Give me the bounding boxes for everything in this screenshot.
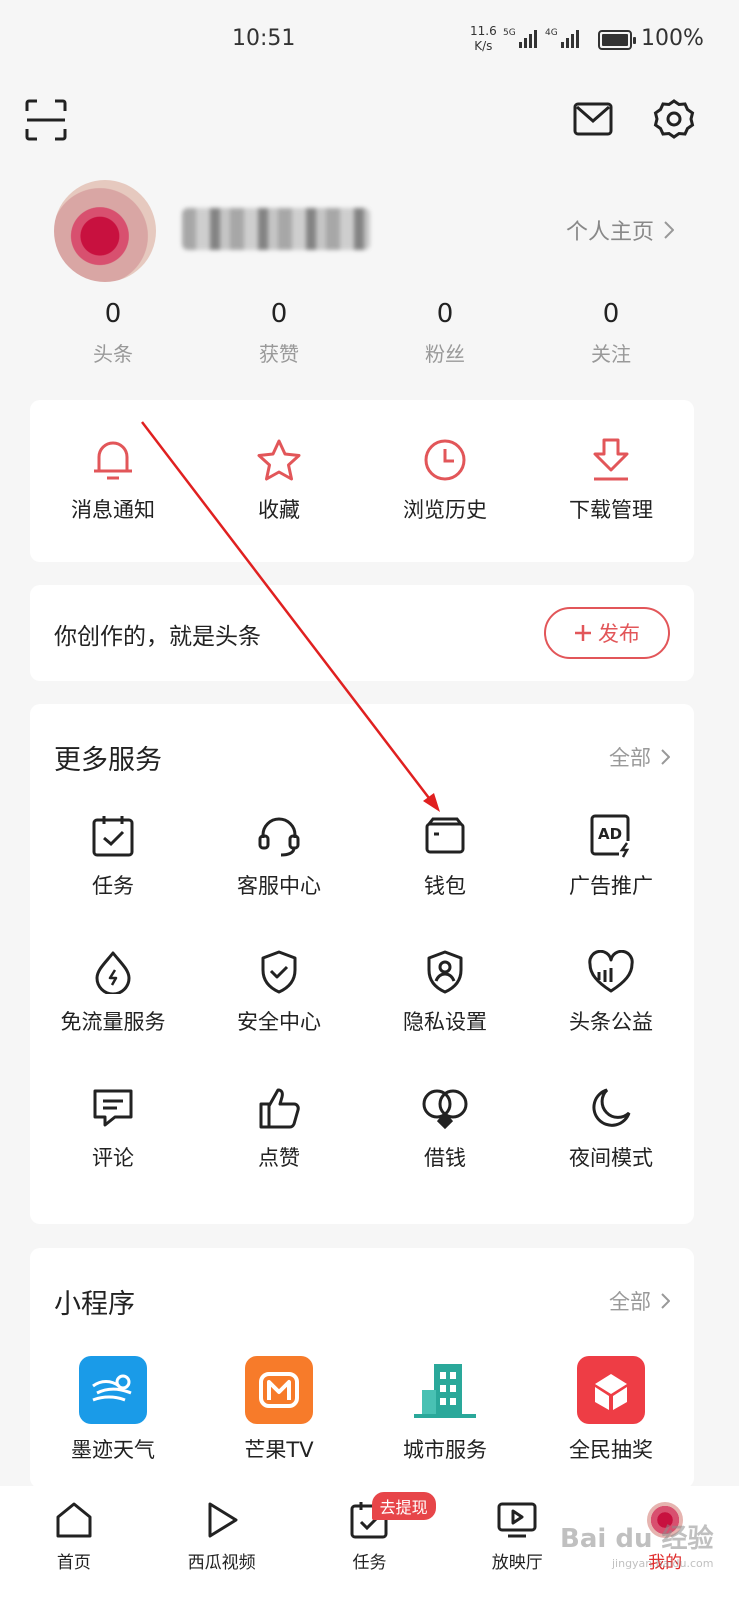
baidu-watermark: Bai du 经验 jingyan.baidu.com [560,1524,714,1570]
withdraw-badge[interactable]: 去提现 [371,1492,436,1520]
stat-likes[interactable]: 0 获赞 [196,296,362,367]
quick-actions-card: 消息通知 收藏 浏览历史 下载管理 [30,400,694,562]
mini-program-moji-weather[interactable]: 墨迹天气 [30,1356,196,1464]
svg-text:AD: AD [598,825,622,843]
service-task[interactable]: 任务 [30,812,196,900]
mail-icon[interactable] [572,98,614,140]
gear-icon[interactable] [652,97,696,141]
publish-card: 你创作的，就是头条 发布 [30,585,694,681]
city-icon [411,1356,479,1424]
play-icon [204,1498,240,1542]
comment-icon [89,1084,137,1132]
service-customer-center[interactable]: 客服中心 [196,812,362,900]
calendar-check-icon [89,812,137,860]
publish-slogan: 你创作的，就是头条 [54,624,261,650]
section-title-mini-programs: 小程序 [54,1289,135,1320]
bell-icon [89,436,137,484]
loan-icon [421,1084,469,1132]
flame-icon [89,948,137,996]
gift-icon [577,1356,645,1424]
stat-following[interactable]: 0 关注 [528,296,694,367]
service-security[interactable]: 安全中心 [196,948,362,1036]
chevron-right-icon [664,221,675,239]
profile-stats: 0 头条 0 获赞 0 粉丝 0 关注 [30,296,694,367]
headset-icon [255,812,303,860]
stat-fans[interactable]: 0 粉丝 [362,296,528,367]
status-bar: 10:51 11.6 K/s 5G 4G 100% [0,0,739,84]
charity-heart-icon [587,948,635,996]
publish-button[interactable]: 发布 [544,607,670,659]
signal-icon-sim1: 5G [503,28,537,48]
service-charity[interactable]: 头条公益 [528,948,694,1036]
battery-icon [598,30,636,50]
mini-program-lottery[interactable]: 全民抽奖 [528,1356,694,1464]
homepage-link[interactable]: 个人主页 [566,214,675,246]
chevron-right-icon [661,749,670,765]
username-blurred[interactable] [182,208,370,250]
service-privacy[interactable]: 隐私设置 [362,948,528,1036]
thumbs-up-icon [255,1084,303,1132]
ad-icon: AD [587,812,635,860]
mini-program-city-service[interactable]: 城市服务 [362,1356,528,1464]
network-speed: 11.6 K/s [470,24,497,53]
home-icon [54,1498,94,1542]
tab-home[interactable]: 首页 [0,1486,148,1600]
tab-task[interactable]: 任务 去提现 [296,1486,444,1600]
shield-check-icon [255,948,303,996]
mango-tv-icon [245,1356,313,1424]
tv-icon [496,1498,538,1542]
signal-icon-sim2: 4G [545,28,579,48]
favorites-button[interactable]: 收藏 [196,436,362,524]
service-night-mode[interactable]: 夜间模式 [528,1084,694,1172]
privacy-icon [421,948,469,996]
download-icon [587,436,635,484]
user-avatar[interactable] [54,180,156,282]
plus-icon [575,625,591,641]
service-loan[interactable]: 借钱 [362,1084,528,1172]
weather-icon [79,1356,147,1424]
more-services-all-link[interactable]: 全部 [609,742,670,772]
mini-programs-card: 小程序 全部 墨迹天气 芒果TV 城市服务 全民抽奖 [30,1248,694,1488]
stat-toutiao[interactable]: 0 头条 [30,296,196,367]
star-icon [255,436,303,484]
chevron-right-icon [661,1293,670,1309]
mini-program-mango-tv[interactable]: 芒果TV [196,1356,362,1464]
history-button[interactable]: 浏览历史 [362,436,528,524]
tab-xigua-video[interactable]: 西瓜视频 [148,1486,296,1600]
battery-percent: 100% [641,26,704,51]
moon-icon [587,1084,635,1132]
service-ad[interactable]: AD 广告推广 [528,812,694,900]
more-services-card: 更多服务 全部 任务 客服中心 钱包 AD 广告推广 免流量服务 安全中心 隐私… [30,704,694,1224]
service-like[interactable]: 点赞 [196,1084,362,1172]
wallet-icon [421,812,469,860]
service-wallet[interactable]: 钱包 [362,812,528,900]
service-comment[interactable]: 评论 [30,1084,196,1172]
section-title-more-services: 更多服务 [54,745,162,776]
mini-programs-all-link[interactable]: 全部 [609,1286,670,1316]
messages-button[interactable]: 消息通知 [30,436,196,524]
clock-icon [421,436,469,484]
service-free-data[interactable]: 免流量服务 [30,948,196,1036]
status-time: 10:51 [232,26,296,51]
scan-icon[interactable] [24,98,68,142]
downloads-button[interactable]: 下载管理 [528,436,694,524]
